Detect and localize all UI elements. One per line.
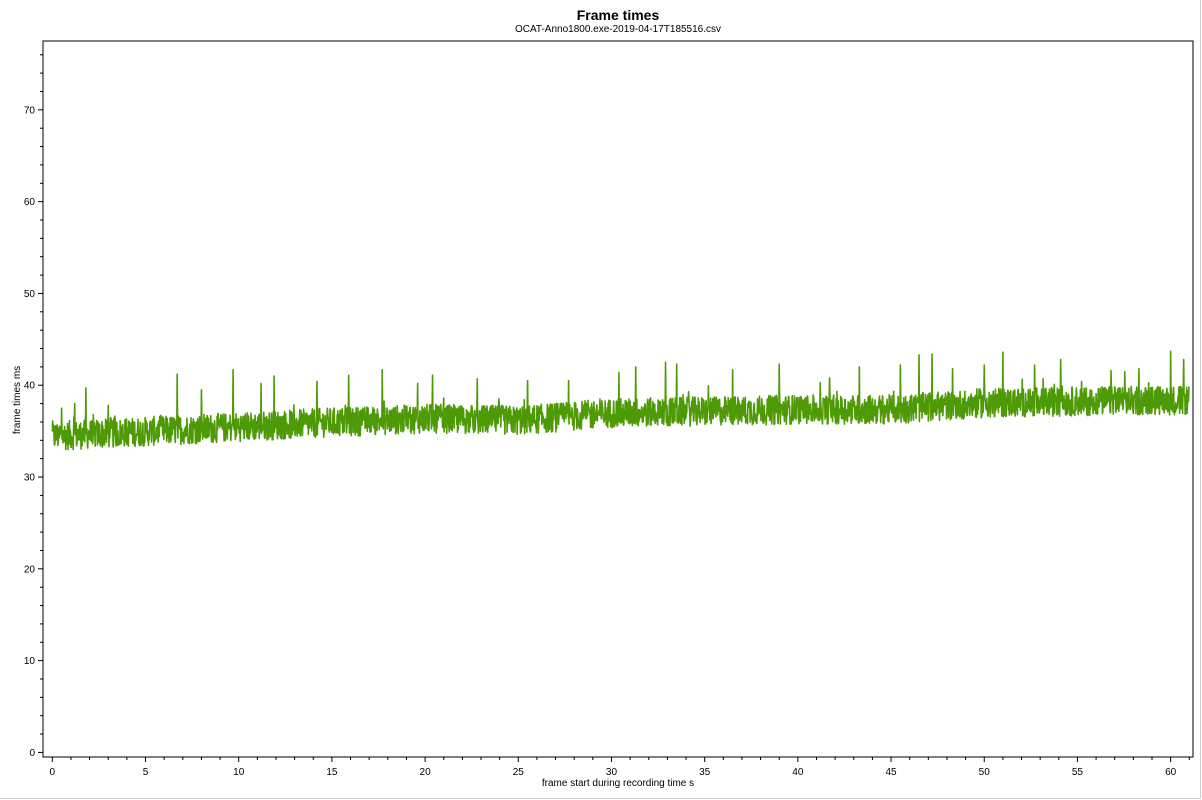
- x-axis-label: frame start during recording time s: [542, 778, 694, 789]
- x-tick-label: 55: [1072, 767, 1084, 778]
- x-axis: 0 5 10 15 20 25 30 35 40 45 50 55 60: [50, 757, 1190, 778]
- x-tick-label: 15: [326, 767, 338, 778]
- plot-area: [42, 40, 1194, 758]
- chart-canvas: 0 5 10 15 20 25 30 35 40 45 50 55 60 0 10 20 30 40 50 60 70…: [12, 40, 1194, 789]
- y-tick-label: 40: [24, 381, 36, 392]
- y-tick-label: 50: [24, 289, 36, 300]
- x-tick-label: 45: [885, 767, 897, 778]
- x-tick-label: 30: [606, 767, 618, 778]
- x-tick-label: 60: [1165, 767, 1177, 778]
- x-tick-label: 5: [143, 767, 149, 778]
- x-tick-label: 10: [233, 767, 245, 778]
- y-tick-label: 0: [29, 748, 35, 759]
- y-axis: 0 10 20 30 40 50 60 70: [24, 54, 43, 759]
- x-tick-label: 0: [50, 767, 56, 778]
- y-tick-label: 60: [24, 197, 36, 208]
- x-tick-label: 50: [979, 767, 991, 778]
- y-axis-label: frame times ms: [12, 366, 23, 434]
- y-tick-label: 10: [24, 656, 36, 667]
- x-tick-label: 40: [792, 767, 804, 778]
- y-tick-label: 20: [24, 564, 36, 575]
- x-tick-label: 20: [420, 767, 432, 778]
- x-tick-label: 25: [513, 767, 525, 778]
- y-tick-label: 30: [24, 473, 36, 484]
- series-line-frame-times: [51, 350, 1190, 451]
- x-tick-label: 35: [699, 767, 711, 778]
- y-tick-label: 70: [24, 105, 36, 116]
